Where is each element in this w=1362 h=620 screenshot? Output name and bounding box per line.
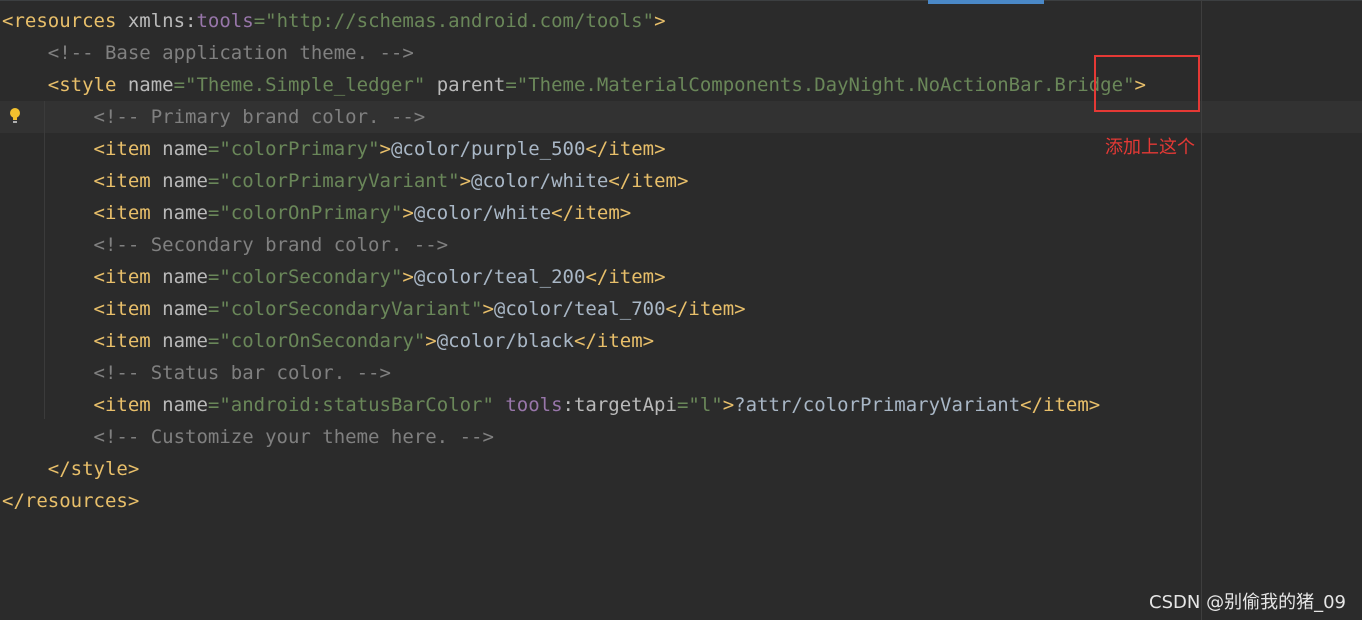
code-token: <item <box>93 266 163 288</box>
code-token: > <box>402 202 414 224</box>
code-token: tools <box>196 10 254 32</box>
code-token: ?attr/colorPrimaryVariant <box>734 394 1021 416</box>
code-token: > <box>379 138 391 160</box>
code-token: @color/purple_500 <box>390 138 586 160</box>
code-token: </item> <box>574 330 655 352</box>
code-token: ="colorOnSecondary" <box>207 330 426 352</box>
code-line[interactable]: <!-- Secondary brand color. --> <box>2 229 449 261</box>
code-token: name <box>162 330 208 352</box>
code-token: @color/white <box>413 202 552 224</box>
code-token: ="android:statusBarColor" <box>207 394 506 416</box>
code-line[interactable]: <item name="colorSecondary">@color/teal_… <box>2 261 666 293</box>
code-line[interactable]: <!-- Primary brand color. --> <box>2 101 426 133</box>
code-token: @color/teal_700 <box>493 298 666 320</box>
code-token: :targetApi <box>562 394 677 416</box>
code-token: ="l" <box>676 394 723 416</box>
code-line[interactable]: <item name="android:statusBarColor" tool… <box>2 389 1101 421</box>
code-line[interactable]: <item name="colorSecondaryVariant">@colo… <box>2 293 746 325</box>
code-token: parent <box>436 74 506 96</box>
code-token: </item> <box>665 298 746 320</box>
code-token: </item> <box>585 138 666 160</box>
code-token: name <box>162 394 208 416</box>
code-token: ="colorSecondaryVariant" <box>207 298 483 320</box>
code-token: <item <box>93 298 163 320</box>
code-token: <!-- Base application theme. --> <box>47 42 414 64</box>
editor-top-border <box>0 0 1362 1</box>
code-token: <item <box>93 202 163 224</box>
code-token: > <box>654 10 666 32</box>
code-line[interactable]: </style> <box>2 453 140 485</box>
code-token: </item> <box>585 266 666 288</box>
code-line[interactable]: <item name="colorOnPrimary">@color/white… <box>2 197 632 229</box>
code-token: <item <box>93 330 163 352</box>
code-token: <style <box>47 74 128 96</box>
code-token: name <box>162 170 208 192</box>
code-token: @color/black <box>436 330 574 352</box>
highlight-box <box>1094 55 1200 112</box>
code-token: tools <box>505 394 563 416</box>
code-token: </resources> <box>2 490 140 512</box>
code-token: > <box>402 266 414 288</box>
code-token: name <box>127 74 174 96</box>
code-token: > <box>425 330 437 352</box>
code-token: <item <box>93 170 163 192</box>
code-token: <!-- Primary brand color. --> <box>93 106 426 128</box>
code-line[interactable]: <item name="colorPrimaryVariant">@color/… <box>2 165 689 197</box>
code-token: > <box>482 298 494 320</box>
code-line[interactable]: <resources xmlns:tools="http://schemas.a… <box>2 5 666 37</box>
code-token: ="colorPrimary" <box>207 138 380 160</box>
code-token: name <box>162 266 208 288</box>
code-token: > <box>459 170 472 192</box>
annotation-text: 添加上这个 <box>1105 137 1195 158</box>
code-token: name <box>162 298 208 320</box>
code-token: xmlns: <box>127 10 197 32</box>
watermark: CSDN @别偷我的猪_09 <box>1149 592 1346 613</box>
code-token: </item> <box>1020 394 1101 416</box>
code-token: ="colorOnPrimary" <box>207 202 403 224</box>
code-line[interactable]: <!-- Base application theme. --> <box>2 37 414 69</box>
code-token: <item <box>93 138 163 160</box>
code-token: @color/teal_200 <box>413 266 586 288</box>
right-margin-guide <box>1201 0 1202 620</box>
code-token: ="http://schemas.android.com/tools" <box>253 10 655 32</box>
code-token: <!-- Secondary brand color. --> <box>93 234 449 256</box>
code-line[interactable]: <item name="colorPrimary">@color/purple_… <box>2 133 666 165</box>
code-token: <item <box>93 394 163 416</box>
code-token: <resources <box>2 10 128 32</box>
code-line[interactable]: <style name="Theme.Simple_ledger" parent… <box>2 69 1146 101</box>
code-editor[interactable]: <resources xmlns:tools="http://schemas.a… <box>0 0 1362 620</box>
code-token: name <box>162 202 208 224</box>
code-token: </item> <box>608 170 689 192</box>
code-token: name <box>162 138 208 160</box>
code-token: > <box>722 394 735 416</box>
scroll-position-indicator <box>928 0 1044 4</box>
code-line[interactable]: </resources> <box>2 485 139 517</box>
code-line[interactable]: <item name="colorOnSecondary">@color/bla… <box>2 325 655 357</box>
code-token: @color/white <box>471 170 609 192</box>
code-token: ="colorSecondary" <box>207 266 403 288</box>
code-token: ="Theme.MaterialComponents.DayNight.NoAc… <box>505 74 1135 96</box>
code-token: </item> <box>551 202 632 224</box>
code-token: <!-- Customize your theme here. --> <box>93 426 494 448</box>
code-token: <!-- Status bar color. --> <box>93 362 391 384</box>
code-token: ="colorPrimaryVariant" <box>207 170 460 192</box>
code-token: ="Theme.Simple_ledger" <box>173 74 437 96</box>
code-line[interactable]: <!-- Customize your theme here. --> <box>2 421 494 453</box>
code-line[interactable]: <!-- Status bar color. --> <box>2 357 391 389</box>
code-token: </style> <box>47 458 140 480</box>
